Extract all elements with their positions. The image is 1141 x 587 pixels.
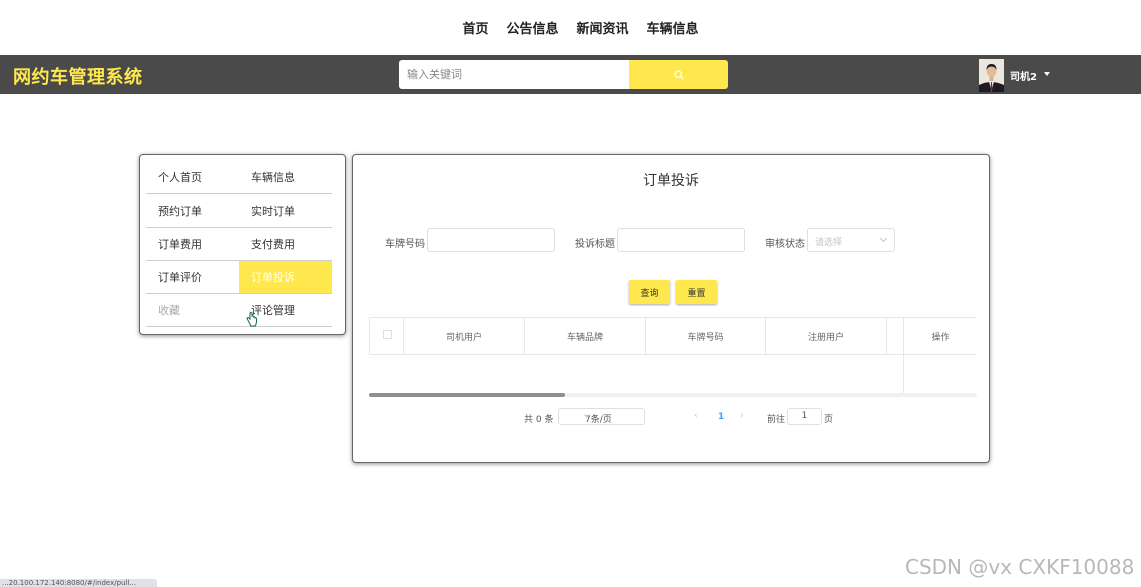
table-horizontal-scrollbar[interactable]: [369, 393, 977, 397]
complaint-title-filter-input[interactable]: [617, 228, 745, 252]
review-status-filter-label: 审核状态: [765, 239, 805, 250]
goto-label: 前往: [767, 415, 786, 425]
scrollbar-thumb[interactable]: [369, 393, 565, 397]
select-all-checkbox[interactable]: [383, 330, 392, 339]
page-size-select[interactable]: 7条/页: [558, 408, 645, 425]
sidebar-item-profile[interactable]: 个人首页: [146, 161, 239, 194]
avatar[interactable]: [979, 59, 1004, 92]
next-page-button[interactable]: ›: [740, 411, 744, 421]
sidebar-item-order-complaints[interactable]: 订单投诉: [239, 261, 332, 294]
sidebar-item-favorites[interactable]: 收藏: [146, 294, 239, 327]
select-all-cell: [369, 318, 403, 354]
sidebar-item-order-reviews[interactable]: 订单评价: [146, 261, 239, 294]
top-nav: 首页 公告信息 新闻资讯 车辆信息: [0, 0, 1141, 55]
column-header-actions: 操作: [903, 318, 977, 354]
sidebar-item-reserved-orders[interactable]: 预约订单: [146, 195, 239, 228]
nav-vehicles-link[interactable]: 车辆信息: [647, 18, 699, 37]
plate-filter-label: 车牌号码: [385, 239, 425, 250]
sidebar-item-payment-fees[interactable]: 支付费用: [239, 228, 332, 261]
chevron-down-icon[interactable]: [1044, 72, 1050, 76]
pagination: 共 0 条 7条/页 ‹ 1 › 前往 1 页: [353, 408, 989, 426]
column-header-plate[interactable]: 车牌号码: [645, 318, 765, 354]
nav-news-link[interactable]: 新闻资讯: [577, 18, 629, 37]
search-icon: [673, 69, 684, 80]
search-input[interactable]: [399, 60, 629, 89]
review-status-placeholder: 请选择: [815, 238, 843, 248]
username-label[interactable]: 司机2: [1010, 68, 1037, 83]
prev-page-button[interactable]: ‹: [694, 411, 698, 421]
browser-status-bar: ...20.100.172.140:8080/#/index/pull...: [0, 579, 157, 587]
user-avatar-icon: [979, 59, 1004, 92]
column-header-driver[interactable]: 司机用户: [403, 318, 524, 354]
sidebar-menu: 个人首页 车辆信息 预约订单 实时订单 订单费用 支付费用 订单评价 订单投诉 …: [139, 154, 346, 335]
header-bar: 网约车管理系统 司机2: [0, 55, 1141, 94]
sidebar-item-vehicle-info[interactable]: 车辆信息: [239, 161, 332, 194]
review-status-select[interactable]: 请选择: [807, 228, 895, 252]
page-title: 订单投诉: [643, 173, 699, 189]
nav-home-link[interactable]: 首页: [462, 18, 488, 37]
brand-title: 网约车管理系统: [13, 67, 143, 88]
goto-page-input[interactable]: 1: [787, 408, 822, 425]
main-panel: 订单投诉 车牌号码 投诉标题 审核状态 请选择 查询 重置 司机用户 车辆品牌 …: [352, 154, 990, 463]
fixed-column-divider: [903, 355, 904, 395]
search-button[interactable]: [629, 60, 728, 89]
pagination-total: 共 0 条: [524, 415, 554, 425]
watermark-text: CSDN @vx CXKF10088: [905, 555, 1135, 579]
column-divider: [886, 318, 903, 354]
complaint-title-filter-label: 投诉标题: [575, 239, 615, 250]
hand-cursor-icon: [246, 312, 257, 327]
plate-filter-input[interactable]: [427, 228, 555, 252]
reset-button[interactable]: 重置: [676, 280, 717, 304]
chevron-down-icon: [879, 234, 888, 243]
nav-announcements-link[interactable]: 公告信息: [506, 18, 558, 37]
sidebar-item-order-fees[interactable]: 订单费用: [146, 228, 239, 261]
column-header-registered-user[interactable]: 注册用户: [765, 318, 886, 354]
page-number-current[interactable]: 1: [718, 412, 724, 422]
table-header: 司机用户 车辆品牌 车牌号码 注册用户 操作: [369, 317, 977, 355]
query-button[interactable]: 查询: [629, 280, 670, 304]
sidebar-item-realtime-orders[interactable]: 实时订单: [239, 195, 332, 228]
page-unit-label: 页: [824, 415, 834, 425]
data-table: 司机用户 车辆品牌 车牌号码 注册用户 操作: [369, 317, 977, 395]
column-header-brand[interactable]: 车辆品牌: [524, 318, 645, 354]
